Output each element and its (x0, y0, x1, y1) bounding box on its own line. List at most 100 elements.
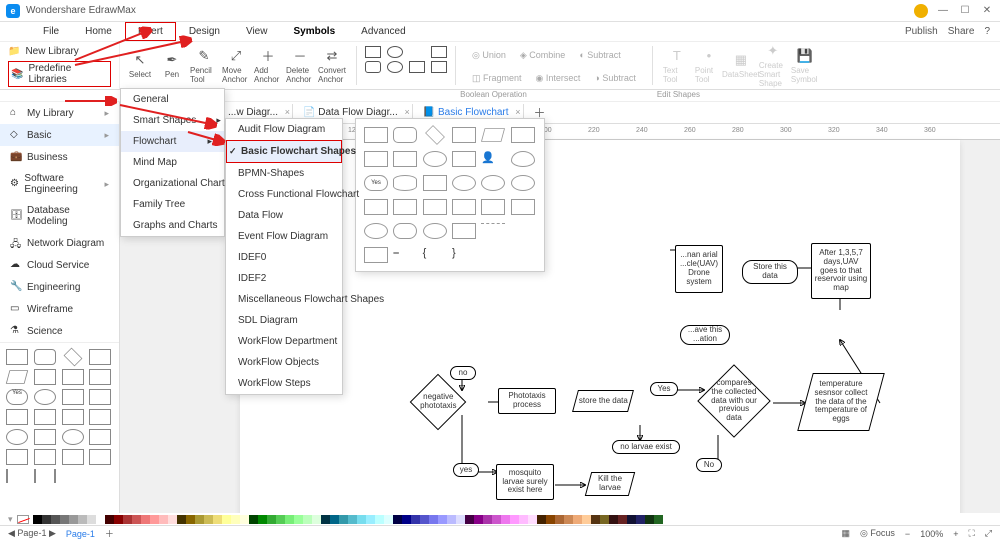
submenu-wfobj[interactable]: WorkFlow Objects (226, 352, 342, 373)
color-swatch[interactable] (420, 515, 429, 524)
gallery-shape[interactable] (452, 223, 476, 239)
gallery-shape[interactable] (452, 199, 476, 215)
color-swatch[interactable] (582, 515, 591, 524)
menu-insert[interactable]: Insert (125, 22, 176, 41)
color-swatch[interactable] (222, 515, 231, 524)
palette-shape[interactable] (89, 369, 111, 385)
preset-rrect[interactable] (365, 61, 381, 73)
submenu-dataflow[interactable]: Data Flow (226, 205, 342, 226)
palette-shape[interactable] (89, 349, 111, 365)
view-grid-icon[interactable]: ▦ (842, 528, 851, 539)
color-swatch[interactable] (303, 515, 312, 524)
color-swatch[interactable] (339, 515, 348, 524)
select-tool[interactable]: ↖Select (126, 44, 154, 87)
palette-shape[interactable] (34, 389, 56, 405)
gallery-shape[interactable] (393, 127, 417, 143)
fit-icon[interactable]: ⛶ (968, 528, 974, 539)
focus-button[interactable]: ◎ Focus (860, 528, 895, 539)
preset-star[interactable] (409, 46, 425, 58)
color-swatch[interactable] (546, 515, 555, 524)
lib-cloud[interactable]: ☁Cloud Service (0, 254, 119, 276)
color-swatch[interactable] (330, 515, 339, 524)
palette-shape[interactable] (62, 369, 84, 385)
fragment-button[interactable]: ◫ Fragment (468, 71, 526, 86)
palette-shape[interactable] (62, 389, 84, 405)
palette-shape[interactable]: Yes (6, 389, 28, 405)
color-swatch[interactable] (537, 515, 546, 524)
gallery-shape[interactable] (511, 151, 535, 167)
color-swatch[interactable] (483, 515, 492, 524)
create-smart-tool[interactable]: ✦Create Smart Shape (759, 44, 787, 87)
color-swatch[interactable] (492, 515, 501, 524)
submenu-idef0[interactable]: IDEF0 (226, 247, 342, 268)
gallery-shape[interactable] (511, 199, 535, 215)
gallery-shape[interactable] (393, 223, 417, 239)
color-swatch[interactable] (276, 515, 285, 524)
flow-node[interactable]: yes (453, 463, 479, 477)
preset-arc[interactable] (431, 61, 447, 73)
convert-anchor-tool[interactable]: ⇄Convert Anchor (318, 44, 346, 87)
submenu-cross[interactable]: Cross Functional Flowchart (226, 184, 342, 205)
gallery-shape[interactable] (452, 151, 476, 167)
submenu-graphs[interactable]: Graphs and Charts▸ (121, 215, 224, 236)
minimize-button[interactable]: — (936, 4, 950, 18)
gallery-shape[interactable] (481, 223, 505, 239)
flow-node[interactable]: no (450, 366, 476, 380)
close-button[interactable]: ✕ (980, 4, 994, 18)
colorbar-chevron-icon[interactable]: ▾ (8, 514, 13, 525)
flow-node[interactable]: compares the collected data with our pre… (697, 364, 771, 438)
lib-software[interactable]: ⚙Software Engineering▸ (0, 168, 119, 200)
color-swatch[interactable] (231, 515, 240, 524)
preset-line[interactable] (409, 61, 425, 73)
submenu-general[interactable]: General (121, 89, 224, 110)
predefine-libraries-button[interactable]: 📚 Predefine Libraries (8, 61, 111, 87)
gallery-shape[interactable] (423, 175, 447, 191)
delete-anchor-tool[interactable]: －Delete Anchor (286, 44, 314, 87)
palette-shape[interactable] (6, 429, 28, 445)
lib-science[interactable]: ⚗Science (0, 320, 119, 342)
submenu-sdl[interactable]: SDL Diagram (226, 310, 342, 331)
menu-file[interactable]: File (30, 22, 72, 41)
submenu-idef2[interactable]: IDEF2 (226, 268, 342, 289)
color-swatch[interactable] (78, 515, 87, 524)
point-tool[interactable]: •Point Tool (695, 44, 723, 87)
color-swatch[interactable] (123, 515, 132, 524)
color-swatch[interactable] (168, 515, 177, 524)
palette-shape[interactable] (6, 409, 28, 425)
color-swatch[interactable] (159, 515, 168, 524)
flow-node[interactable]: store the data (572, 390, 634, 412)
color-swatch[interactable] (258, 515, 267, 524)
text-tool[interactable]: TText Tool (663, 44, 691, 87)
color-swatch[interactable] (609, 515, 618, 524)
pen-tool[interactable]: ✒Pen (158, 44, 186, 87)
flow-node[interactable]: Phototaxis process (498, 388, 556, 414)
color-swatch[interactable] (447, 515, 456, 524)
gallery-shape[interactable] (423, 151, 447, 167)
submenu-smart[interactable]: Smart Shapes▸ (121, 110, 224, 131)
palette-shape[interactable] (62, 429, 84, 445)
move-anchor-tool[interactable]: ⤢Move Anchor (222, 44, 250, 87)
add-anchor-tool[interactable]: ＋Add Anchor (254, 44, 282, 87)
flow-node[interactable]: ...nan arial ...cle(UAV) Drone system (675, 245, 723, 293)
palette-shape[interactable] (62, 409, 84, 425)
color-swatch[interactable] (294, 515, 303, 524)
menu-symbols[interactable]: Symbols (280, 22, 348, 41)
preset-square[interactable] (365, 46, 381, 58)
submenu-orgchart[interactable]: Organizational Chart▸ (121, 173, 224, 194)
preset-circle[interactable] (387, 46, 403, 58)
color-swatch[interactable] (618, 515, 627, 524)
flow-node[interactable]: negative phototaxis (410, 374, 467, 431)
color-swatch[interactable] (366, 515, 375, 524)
color-swatch[interactable] (186, 515, 195, 524)
save-symbol-tool[interactable]: 💾Save Symbol (791, 44, 819, 87)
color-swatch[interactable] (384, 515, 393, 524)
submenu-wfsteps[interactable]: WorkFlow Steps (226, 373, 342, 394)
new-library-button[interactable]: 📁 New Library (8, 46, 111, 57)
gallery-shape[interactable]: ⎯ (393, 247, 417, 263)
color-swatch[interactable] (375, 515, 384, 524)
gallery-shape[interactable] (364, 223, 388, 239)
lib-business[interactable]: 💼Business (0, 146, 119, 168)
zoom-in-icon[interactable]: + (953, 529, 958, 539)
gallery-shape[interactable] (511, 175, 535, 191)
gallery-shape[interactable] (425, 125, 445, 145)
